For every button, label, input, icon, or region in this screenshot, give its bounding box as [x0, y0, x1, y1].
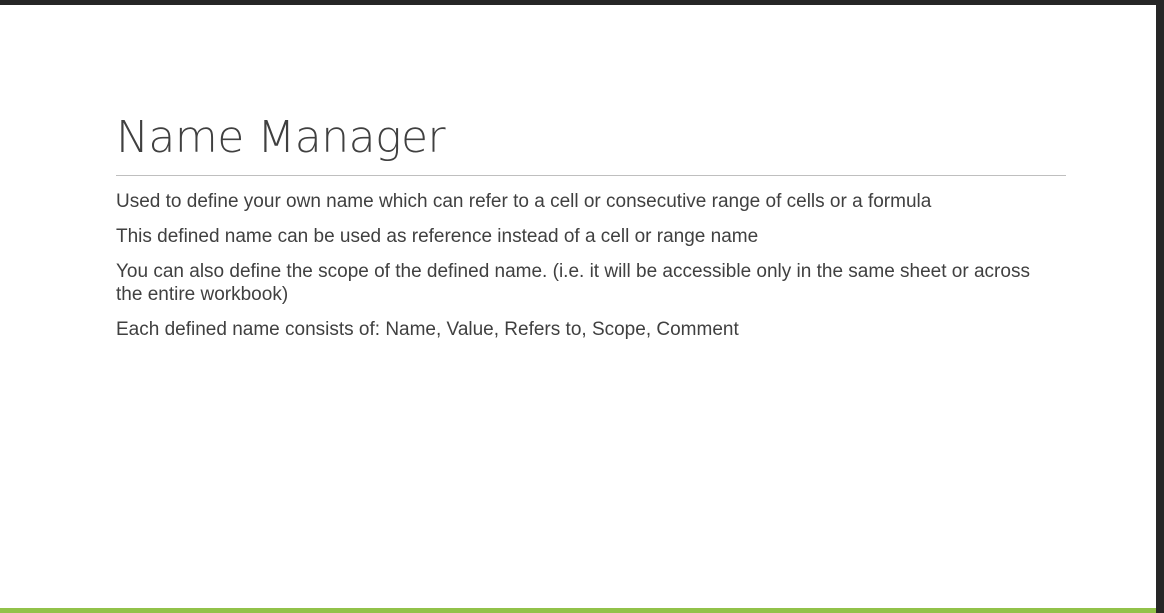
- bullet-item: Each defined name consists of: Name, Val…: [116, 319, 739, 340]
- slide-title: Name Manager: [116, 112, 446, 163]
- title-divider: [116, 175, 1066, 176]
- bullet-item: You can also define the scope of the def…: [116, 261, 1030, 305]
- bullet-item: Used to define your own name which can r…: [116, 191, 932, 212]
- bullet-item: This defined name can be used as referen…: [116, 226, 759, 247]
- accent-bar: [0, 608, 1156, 613]
- slide: Name Manager Used to define your own nam…: [0, 5, 1156, 613]
- bullet-list: Used to define your own name which can r…: [116, 190, 1036, 353]
